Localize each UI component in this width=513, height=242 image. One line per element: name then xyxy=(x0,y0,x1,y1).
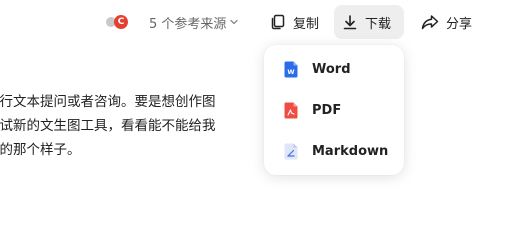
message-body: 进行文本提问或者咨询。要是想创作图 试试新的文生图工具，看看能不能给我 要的那个… xyxy=(0,90,276,162)
download-markdown-item[interactable]: Markdown xyxy=(272,134,396,168)
source-logo-icon: C xyxy=(114,15,128,29)
download-icon xyxy=(343,15,357,30)
copy-label: 复制 xyxy=(293,16,320,32)
message-toolbar: C 5 个参考来源 复制 下载 分享 xyxy=(0,4,513,40)
download-menu: W Word PDF Markdown xyxy=(264,45,404,175)
svg-text:W: W xyxy=(287,68,294,76)
references-label: 5 个参考来源 xyxy=(149,16,227,32)
copy-icon xyxy=(271,14,285,30)
share-label: 分享 xyxy=(446,16,473,32)
message-text-line: 试试新的文生图工具，看看能不能给我 xyxy=(0,118,216,134)
message-text-line: 进行文本提问或者咨询。要是想创作图 xyxy=(0,94,216,110)
source-logo-icon xyxy=(128,17,144,27)
page: C 5 个参考来源 复制 下载 分享 进行文本提问或者咨询。要是想创作图 试试新… xyxy=(0,0,513,242)
download-button[interactable]: 下载 xyxy=(334,5,404,39)
copy-button[interactable]: 复制 xyxy=(262,5,327,39)
share-icon xyxy=(421,15,439,30)
download-label: 下载 xyxy=(365,16,392,32)
download-pdf-item[interactable]: PDF xyxy=(272,93,396,127)
chevron-down-icon xyxy=(229,17,239,27)
pdf-file-icon xyxy=(284,102,298,119)
message-text-line: 要的那个样子。 xyxy=(0,142,81,158)
references-dropdown[interactable]: C 5 个参考来源 xyxy=(104,12,239,32)
share-button[interactable]: 分享 xyxy=(413,5,480,39)
word-file-icon: W xyxy=(284,61,298,78)
markdown-file-icon xyxy=(284,143,298,160)
download-word-item[interactable]: W Word xyxy=(272,52,396,86)
download-pdf-label: PDF xyxy=(312,102,342,118)
reference-source-icons: C xyxy=(104,14,144,30)
download-word-label: Word xyxy=(312,61,351,77)
download-markdown-label: Markdown xyxy=(312,143,389,159)
